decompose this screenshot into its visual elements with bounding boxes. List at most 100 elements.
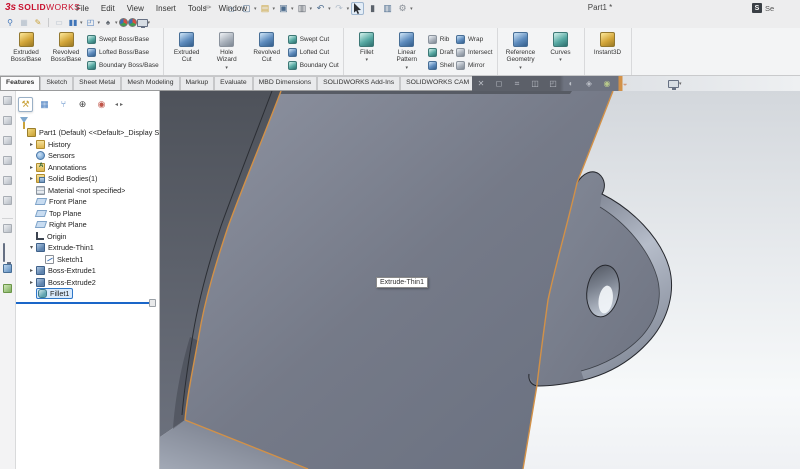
ribbon-button-wrap[interactable]: Wrap (456, 33, 493, 46)
expand-arrow-icon[interactable]: ▾ (27, 244, 36, 251)
display-style-icon[interactable]: ◐ (565, 78, 577, 90)
tree-item-part1-default-default-display-sta[interactable]: Part1 (Default) <<Default>_Display Sta (16, 127, 160, 139)
tree-item-right-plane[interactable]: Right Plane (16, 219, 160, 231)
ribbon-button-curves[interactable]: Curves▾ (541, 30, 581, 63)
ribbon-button-shell[interactable]: Shell (428, 59, 454, 72)
zoom-area-icon[interactable]: ⌗ (511, 78, 523, 90)
save-icon[interactable]: ▣ (277, 2, 290, 15)
tree-item-boss-extrude2[interactable]: ▸Boss-Extrude2 (16, 277, 160, 289)
component-books-icon[interactable]: ▮▮ (67, 18, 79, 28)
propertymanager-tab[interactable]: ▦ (37, 97, 52, 112)
export-doc-icon[interactable] (3, 224, 12, 233)
apply-scene-icon[interactable]: ◒ (619, 78, 631, 90)
ribbon-button-intersect[interactable]: Intersect (456, 46, 493, 59)
display-columns-icon[interactable]: ▥ (381, 2, 394, 15)
view-cube-icon[interactable] (3, 136, 12, 145)
tab-evaluate[interactable]: Evaluate (214, 76, 252, 90)
dropdown-caret-icon[interactable]: ▾ (347, 6, 350, 12)
home-icon[interactable]: ⌂ (225, 2, 238, 15)
dropdown-caret-icon[interactable]: ▾ (410, 6, 413, 12)
tree-item-top-plane[interactable]: Top Plane (16, 208, 160, 220)
menu-edit[interactable]: Edit (95, 2, 121, 15)
dropdown-caret-icon[interactable]: ▾ (273, 6, 276, 12)
tool-block-icon[interactable]: ▮ (366, 2, 379, 15)
dropdown-caret-icon[interactable]: ▾ (406, 65, 409, 71)
new-document-icon[interactable]: ▢ (240, 2, 253, 15)
dropdown-caret-icon[interactable]: ▾ (519, 65, 522, 71)
menu-view[interactable]: View (121, 2, 150, 15)
ribbon-button-extruded-cut[interactable]: Extruded Cut (167, 30, 207, 64)
ribbon-button-rib[interactable]: Rib (428, 33, 454, 46)
appearance-ball-icon[interactable] (128, 18, 137, 27)
display-manager-tab[interactable]: ◉ (94, 97, 109, 112)
render-sphere-icon[interactable] (119, 18, 128, 27)
hide-show-items-icon[interactable]: ◈ (583, 78, 595, 90)
header-scroll-arrows-icon[interactable]: ◂▸ (115, 101, 125, 108)
tab-markup[interactable]: Markup (180, 76, 215, 90)
ribbon-button-extruded-boss-base[interactable]: Extruded Boss/Base (6, 30, 46, 64)
tree-item-origin[interactable]: Origin (16, 231, 160, 243)
ribbon-button-draft[interactable]: Draft (428, 46, 454, 59)
view-cube-icon[interactable] (3, 176, 12, 185)
design-check-icon[interactable]: ⚲ (4, 18, 16, 28)
menu-file[interactable]: File (70, 2, 95, 15)
ribbon-button-swept-boss-base[interactable]: Swept Boss/Base (87, 33, 159, 46)
dimxpert-manager-tab[interactable]: ⊕ (75, 97, 90, 112)
menu-insert[interactable]: Insert (150, 2, 182, 15)
ribbon-button-boundary-boss-base[interactable]: Boundary Boss/Base (87, 59, 159, 72)
monitor-icon[interactable] (137, 19, 148, 27)
ribbon-button-revolved-boss-base[interactable]: Revolved Boss/Base (46, 30, 86, 64)
zoom-fit-icon[interactable]: ◻ (493, 78, 505, 90)
view-orientation-icon[interactable]: ◰ (547, 78, 559, 90)
view-cube-icon[interactable] (3, 156, 12, 165)
expand-arrow-icon[interactable]: ▸ (27, 164, 36, 171)
view-cube-icon[interactable] (3, 196, 12, 205)
featuremanager-tree-tab[interactable]: ⚒ (18, 97, 33, 112)
graphics-viewport[interactable]: Extrude-Thin1 (160, 91, 800, 469)
tree-item-fillet1[interactable]: Fillet1 (16, 288, 160, 300)
sketch-compass-icon[interactable]: ✎ (32, 18, 44, 28)
dropdown-caret-icon[interactable]: ▾ (559, 57, 562, 63)
dropdown-caret-icon[interactable]: ▾ (291, 6, 294, 12)
dropdown-caret-icon[interactable]: ▾ (254, 6, 257, 12)
tab-sheet-metal[interactable]: Sheet Metal (73, 76, 121, 90)
options-gear-icon[interactable]: ⚙ (396, 2, 409, 15)
view-cube-icon[interactable] (3, 96, 12, 105)
close-x-icon[interactable]: ✕ (475, 78, 487, 90)
tree-item-boss-extrude1[interactable]: ▸Boss-Extrude1 (16, 265, 160, 277)
expand-arrow-icon[interactable]: ▸ (27, 175, 36, 182)
layers-green-icon[interactable] (3, 284, 12, 293)
search-box[interactable]: S Se (752, 2, 800, 14)
dropdown-caret-icon[interactable]: ▾ (679, 81, 682, 87)
expand-arrow-icon[interactable]: ▸ (27, 141, 36, 148)
section-view-icon[interactable]: ◫ (529, 78, 541, 90)
rollback-bar[interactable] (16, 302, 156, 304)
view-settings-monitor-icon[interactable] (668, 80, 679, 88)
assembly-box-icon[interactable]: ◰ (85, 18, 97, 28)
undo-icon[interactable]: ↶ (314, 2, 327, 15)
tree-item-front-plane[interactable]: Front Plane (16, 196, 160, 208)
dropdown-caret-icon[interactable]: ▾ (366, 57, 369, 63)
ribbon-button-mirror[interactable]: Mirror (456, 59, 493, 72)
ribbon-button-lofted-cut[interactable]: Lofted Cut (288, 46, 339, 59)
select-cursor-icon[interactable] (351, 2, 364, 15)
layers-blue-icon[interactable] (3, 264, 12, 273)
tree-item-sketch1[interactable]: Sketch1 (16, 254, 160, 266)
dropdown-caret-icon[interactable]: ▾ (98, 20, 101, 26)
ribbon-button-revolved-cut[interactable]: Revolved Cut (247, 30, 287, 64)
tree-item-material-not-specified[interactable]: Material <not specified> (16, 185, 160, 197)
ribbon-button-lofted-boss-base[interactable]: Lofted Boss/Base (87, 46, 159, 59)
ribbon-button-boundary-cut[interactable]: Boundary Cut (288, 59, 339, 72)
configuration-manager-tab[interactable]: ⑂ (56, 97, 71, 112)
tree-item-annotations[interactable]: ▸Annotations (16, 162, 160, 174)
tree-item-history[interactable]: ▸History (16, 139, 160, 151)
edit-appearance-icon[interactable]: ◉ (601, 78, 613, 90)
tab-mesh-modeling[interactable]: Mesh Modeling (121, 76, 179, 90)
tree-item-solid-bodies-1[interactable]: ▸Solid Bodies(1) (16, 173, 160, 185)
ribbon-button-hole-wizard[interactable]: Hole Wizard▾ (207, 30, 247, 71)
ribbon-button-linear-pattern[interactable]: Linear Pattern▾ (387, 30, 427, 71)
tab-solidworks-cam[interactable]: SOLIDWORKS CAM (400, 76, 472, 90)
display-monitor-icon[interactable] (3, 243, 5, 262)
dropdown-caret-icon[interactable]: ▾ (225, 65, 228, 71)
dropdown-caret-icon[interactable]: ▾ (80, 20, 83, 26)
